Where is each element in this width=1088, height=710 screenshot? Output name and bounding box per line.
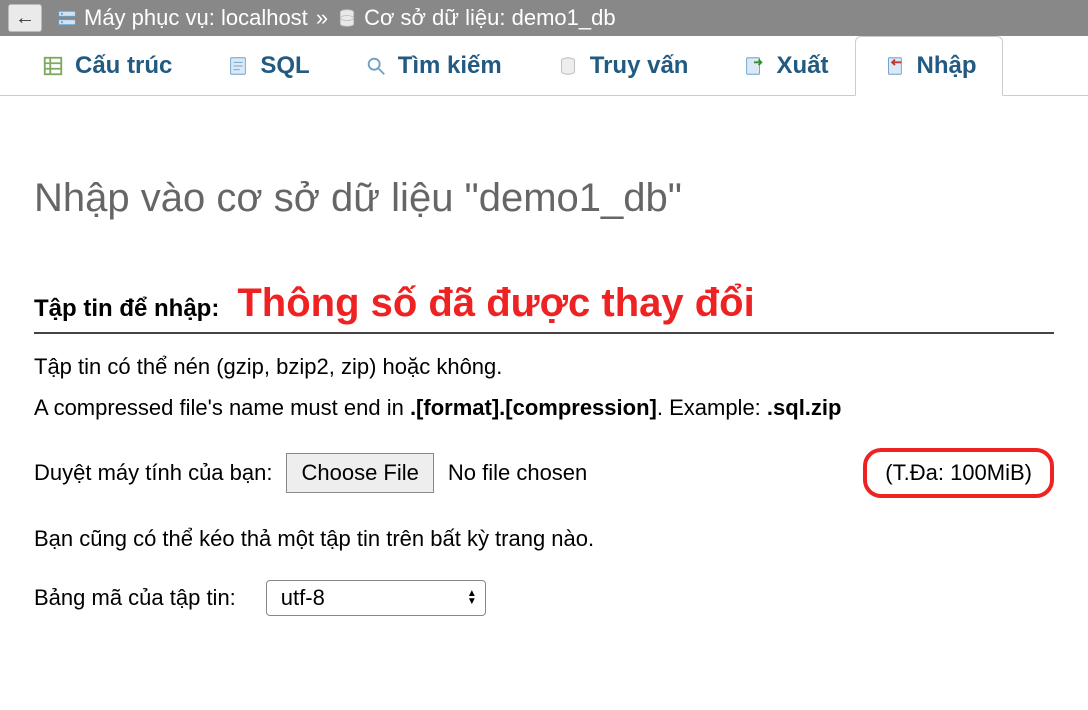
tab-sql[interactable]: SQL — [199, 36, 336, 95]
sql-icon — [226, 54, 250, 78]
compress-info-line2: A compressed file's name must end in .[f… — [34, 393, 1054, 424]
tab-export[interactable]: Xuất — [715, 36, 855, 95]
structure-icon — [41, 54, 65, 78]
main-content: Nhập vào cơ sở dữ liệu "demo1_db" Tập ti… — [0, 96, 1088, 616]
charset-label: Bảng mã của tập tin: — [34, 585, 236, 611]
back-button[interactable]: ← — [8, 4, 42, 32]
charset-value: utf-8 — [281, 585, 325, 611]
compress-info-2d: .sql.zip — [767, 395, 842, 420]
compress-info-2a: A compressed file's name must end in — [34, 395, 410, 420]
drag-drop-hint: Bạn cũng có thể kéo thả một tập tin trên… — [34, 526, 1054, 552]
max-size-badge: (T.Đa: 100MiB) — [863, 448, 1054, 498]
tab-sql-label: SQL — [260, 52, 309, 80]
server-icon — [56, 7, 78, 29]
charset-select[interactable]: utf-8 ▲▼ — [266, 580, 486, 616]
tab-query[interactable]: Truy vấn — [529, 36, 716, 95]
file-import-section-header: Tập tin để nhập: Thông số đã được thay đ… — [34, 281, 1054, 334]
tab-structure[interactable]: Cấu trúc — [14, 36, 199, 95]
breadcrumb-separator: » — [316, 5, 328, 31]
page-title: Nhập vào cơ sở dữ liệu "demo1_db" — [34, 176, 1054, 221]
breadcrumb-bar: ← Máy phục vụ: localhost » Cơ sở dữ liệu… — [0, 0, 1088, 36]
breadcrumb-server[interactable]: Máy phục vụ: localhost — [84, 5, 308, 31]
compress-info-line1: Tập tin có thể nén (gzip, bzip2, zip) ho… — [34, 352, 1054, 383]
tab-import[interactable]: Nhập — [855, 36, 1003, 96]
tab-search-label: Tìm kiếm — [398, 52, 502, 80]
chevron-updown-icon: ▲▼ — [467, 590, 477, 606]
breadcrumb-db-name: demo1_db — [512, 5, 616, 30]
tab-query-label: Truy vấn — [590, 52, 689, 80]
changed-annotation: Thông số đã được thay đổi — [237, 281, 754, 326]
tab-bar: Cấu trúc SQL Tìm kiếm Truy — [0, 36, 1088, 96]
database-icon — [336, 7, 358, 29]
compress-info-2b: .[format].[compression] — [410, 395, 657, 420]
browse-row: Duyệt máy tính của bạn: Choose File No f… — [34, 448, 1054, 498]
export-icon — [742, 54, 766, 78]
import-icon — [882, 54, 906, 78]
no-file-chosen-text: No file chosen — [448, 460, 587, 486]
search-icon — [364, 54, 388, 78]
breadcrumb-db-label: Cơ sở dữ liệu: — [364, 5, 505, 30]
breadcrumb-database[interactable]: Cơ sở dữ liệu: demo1_db — [364, 5, 616, 31]
compress-info-2c: . Example: — [657, 395, 767, 420]
tab-structure-label: Cấu trúc — [75, 52, 172, 80]
browse-label: Duyệt máy tính của bạn: — [34, 460, 272, 486]
charset-row: Bảng mã của tập tin: utf-8 ▲▼ — [34, 580, 1054, 616]
choose-file-button[interactable]: Choose File — [286, 453, 433, 493]
breadcrumb-server-name: localhost — [221, 5, 308, 30]
query-icon — [556, 54, 580, 78]
tab-export-label: Xuất — [776, 52, 828, 80]
file-import-label: Tập tin để nhập: — [34, 295, 219, 323]
arrow-left-icon: ← — [15, 7, 35, 30]
tab-import-label: Nhập — [916, 52, 976, 80]
tab-search[interactable]: Tìm kiếm — [337, 36, 529, 95]
breadcrumb-server-label: Máy phục vụ: — [84, 5, 215, 30]
